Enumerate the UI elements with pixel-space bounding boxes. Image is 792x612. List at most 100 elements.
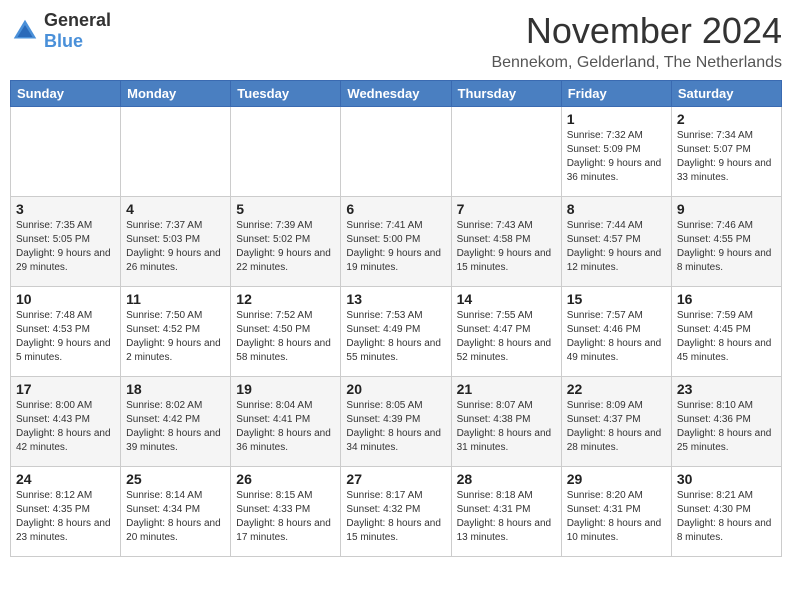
cell-info: Sunrise: 7:32 AM Sunset: 5:09 PM Dayligh… — [567, 129, 666, 185]
cell-info: Sunrise: 7:48 AM Sunset: 4:53 PM Dayligh… — [16, 309, 115, 365]
week-row-2: 3 Sunrise: 7:35 AM Sunset: 5:05 PM Daylig… — [11, 197, 782, 287]
calendar-cell: 30 Sunrise: 8:21 AM Sunset: 4:30 PM Dayli… — [671, 467, 781, 557]
day-number: 23 — [677, 381, 776, 397]
calendar-cell: 27 Sunrise: 8:17 AM Sunset: 4:32 PM Dayli… — [341, 467, 451, 557]
cell-info: Sunrise: 7:44 AM Sunset: 4:57 PM Dayligh… — [567, 219, 666, 275]
calendar-cell: 6Sunrise: 7:41 AM Sunset: 5:00 PM Daylig… — [341, 197, 451, 287]
calendar-cell: 29 Sunrise: 8:20 AM Sunset: 4:31 PM Dayli… — [561, 467, 671, 557]
calendar-cell: 5 Sunrise: 7:39 AM Sunset: 5:02 PM Daylig… — [231, 197, 341, 287]
day-number: 29 — [567, 471, 666, 487]
calendar-table: SundayMondayTuesdayWednesdayThursdayFrid… — [10, 80, 782, 557]
day-number: 12 — [236, 291, 335, 307]
day-number: 4 — [126, 201, 225, 217]
cell-info: Sunrise: 7:34 AM Sunset: 5:07 PM Dayligh… — [677, 129, 776, 185]
cell-info: Sunrise: 8:04 AM Sunset: 4:41 PM Dayligh… — [236, 399, 335, 455]
cell-info: Sunrise: 8:07 AM Sunset: 4:38 PM Dayligh… — [457, 399, 556, 455]
day-number: 7 — [457, 201, 556, 217]
cell-info: Sunrise: 8:17 AM Sunset: 4:32 PM Dayligh… — [346, 489, 445, 545]
cell-info: Sunrise: 7:46 AM Sunset: 4:55 PM Dayligh… — [677, 219, 776, 275]
calendar-cell: 21 Sunrise: 8:07 AM Sunset: 4:38 PM Dayli… — [451, 377, 561, 467]
cell-info: Sunrise: 8:12 AM Sunset: 4:35 PM Dayligh… — [16, 489, 115, 545]
header-row: SundayMondayTuesdayWednesdayThursdayFrid… — [11, 81, 782, 107]
day-number: 17 — [16, 381, 115, 397]
cell-info: Sunrise: 8:05 AM Sunset: 4:39 PM Dayligh… — [346, 399, 445, 455]
calendar-cell — [231, 107, 341, 197]
calendar-cell: 4 Sunrise: 7:37 AM Sunset: 5:03 PM Daylig… — [121, 197, 231, 287]
cell-info: Sunrise: 7:35 AM Sunset: 5:05 PM Dayligh… — [16, 219, 115, 275]
day-number: 11 — [126, 291, 225, 307]
day-number: 24 — [16, 471, 115, 487]
calendar-cell: 23Sunrise: 8:10 AM Sunset: 4:36 PM Dayli… — [671, 377, 781, 467]
calendar-cell — [11, 107, 121, 197]
day-number: 28 — [457, 471, 556, 487]
calendar-cell: 25Sunrise: 8:14 AM Sunset: 4:34 PM Dayli… — [121, 467, 231, 557]
calendar-cell: 24 Sunrise: 8:12 AM Sunset: 4:35 PM Dayli… — [11, 467, 121, 557]
week-row-1: 1 Sunrise: 7:32 AM Sunset: 5:09 PM Daylig… — [11, 107, 782, 197]
calendar-cell: 8Sunrise: 7:44 AM Sunset: 4:57 PM Daylig… — [561, 197, 671, 287]
cell-info: Sunrise: 7:50 AM Sunset: 4:52 PM Dayligh… — [126, 309, 225, 365]
page-header: General Blue November 2024 Bennekom, Gel… — [10, 10, 782, 72]
calendar-cell: 20Sunrise: 8:05 AM Sunset: 4:39 PM Dayli… — [341, 377, 451, 467]
day-number: 2 — [677, 111, 776, 127]
cell-info: Sunrise: 8:21 AM Sunset: 4:30 PM Dayligh… — [677, 489, 776, 545]
day-number: 19 — [236, 381, 335, 397]
day-number: 25 — [126, 471, 225, 487]
day-number: 27 — [346, 471, 445, 487]
header-tuesday: Tuesday — [231, 81, 341, 107]
day-number: 26 — [236, 471, 335, 487]
header-wednesday: Wednesday — [341, 81, 451, 107]
cell-info: Sunrise: 8:20 AM Sunset: 4:31 PM Dayligh… — [567, 489, 666, 545]
day-number: 13 — [346, 291, 445, 307]
logo: General Blue — [10, 10, 111, 52]
cell-info: Sunrise: 7:39 AM Sunset: 5:02 PM Dayligh… — [236, 219, 335, 275]
cell-info: Sunrise: 7:59 AM Sunset: 4:45 PM Dayligh… — [677, 309, 776, 365]
calendar-cell: 26 Sunrise: 8:15 AM Sunset: 4:33 PM Dayli… — [231, 467, 341, 557]
calendar-cell — [341, 107, 451, 197]
calendar-cell — [121, 107, 231, 197]
logo-blue: Blue — [44, 31, 111, 52]
day-number: 1 — [567, 111, 666, 127]
logo-general: General — [44, 10, 111, 31]
calendar-cell: 22Sunrise: 8:09 AM Sunset: 4:37 PM Dayli… — [561, 377, 671, 467]
day-number: 21 — [457, 381, 556, 397]
cell-info: Sunrise: 7:53 AM Sunset: 4:49 PM Dayligh… — [346, 309, 445, 365]
calendar-cell: 17 Sunrise: 8:00 AM Sunset: 4:43 PM Dayli… — [11, 377, 121, 467]
calendar-cell: 28 Sunrise: 8:18 AM Sunset: 4:31 PM Dayli… — [451, 467, 561, 557]
calendar-cell: 9 Sunrise: 7:46 AM Sunset: 4:55 PM Daylig… — [671, 197, 781, 287]
calendar-cell: 16 Sunrise: 7:59 AM Sunset: 4:45 PM Dayli… — [671, 287, 781, 377]
cell-info: Sunrise: 7:37 AM Sunset: 5:03 PM Dayligh… — [126, 219, 225, 275]
cell-info: Sunrise: 8:00 AM Sunset: 4:43 PM Dayligh… — [16, 399, 115, 455]
calendar-cell: 11 Sunrise: 7:50 AM Sunset: 4:52 PM Dayli… — [121, 287, 231, 377]
day-number: 15 — [567, 291, 666, 307]
cell-info: Sunrise: 7:41 AM Sunset: 5:00 PM Dayligh… — [346, 219, 445, 275]
calendar-cell — [451, 107, 561, 197]
day-number: 16 — [677, 291, 776, 307]
cell-info: Sunrise: 8:02 AM Sunset: 4:42 PM Dayligh… — [126, 399, 225, 455]
week-row-4: 17 Sunrise: 8:00 AM Sunset: 4:43 PM Dayli… — [11, 377, 782, 467]
cell-info: Sunrise: 8:15 AM Sunset: 4:33 PM Dayligh… — [236, 489, 335, 545]
calendar-cell: 19 Sunrise: 8:04 AM Sunset: 4:41 PM Dayli… — [231, 377, 341, 467]
day-number: 30 — [677, 471, 776, 487]
header-sunday: Sunday — [11, 81, 121, 107]
calendar-cell: 14 Sunrise: 7:55 AM Sunset: 4:47 PM Dayli… — [451, 287, 561, 377]
day-number: 5 — [236, 201, 335, 217]
cell-info: Sunrise: 7:55 AM Sunset: 4:47 PM Dayligh… — [457, 309, 556, 365]
location: Bennekom, Gelderland, The Netherlands — [491, 54, 782, 72]
calendar-cell: 1 Sunrise: 7:32 AM Sunset: 5:09 PM Daylig… — [561, 107, 671, 197]
cell-info: Sunrise: 8:18 AM Sunset: 4:31 PM Dayligh… — [457, 489, 556, 545]
month-title: November 2024 — [491, 10, 782, 52]
day-number: 10 — [16, 291, 115, 307]
cell-info: Sunrise: 7:43 AM Sunset: 4:58 PM Dayligh… — [457, 219, 556, 275]
calendar-cell: 13 Sunrise: 7:53 AM Sunset: 4:49 PM Dayli… — [341, 287, 451, 377]
day-number: 18 — [126, 381, 225, 397]
day-number: 14 — [457, 291, 556, 307]
calendar-cell: 12Sunrise: 7:52 AM Sunset: 4:50 PM Dayli… — [231, 287, 341, 377]
logo-text: General Blue — [44, 10, 111, 52]
day-number: 9 — [677, 201, 776, 217]
calendar-cell: 3 Sunrise: 7:35 AM Sunset: 5:05 PM Daylig… — [11, 197, 121, 287]
cell-info: Sunrise: 7:57 AM Sunset: 4:46 PM Dayligh… — [567, 309, 666, 365]
cell-info: Sunrise: 8:09 AM Sunset: 4:37 PM Dayligh… — [567, 399, 666, 455]
day-number: 3 — [16, 201, 115, 217]
calendar-cell: 2 Sunrise: 7:34 AM Sunset: 5:07 PM Daylig… — [671, 107, 781, 197]
calendar-cell: 7 Sunrise: 7:43 AM Sunset: 4:58 PM Daylig… — [451, 197, 561, 287]
